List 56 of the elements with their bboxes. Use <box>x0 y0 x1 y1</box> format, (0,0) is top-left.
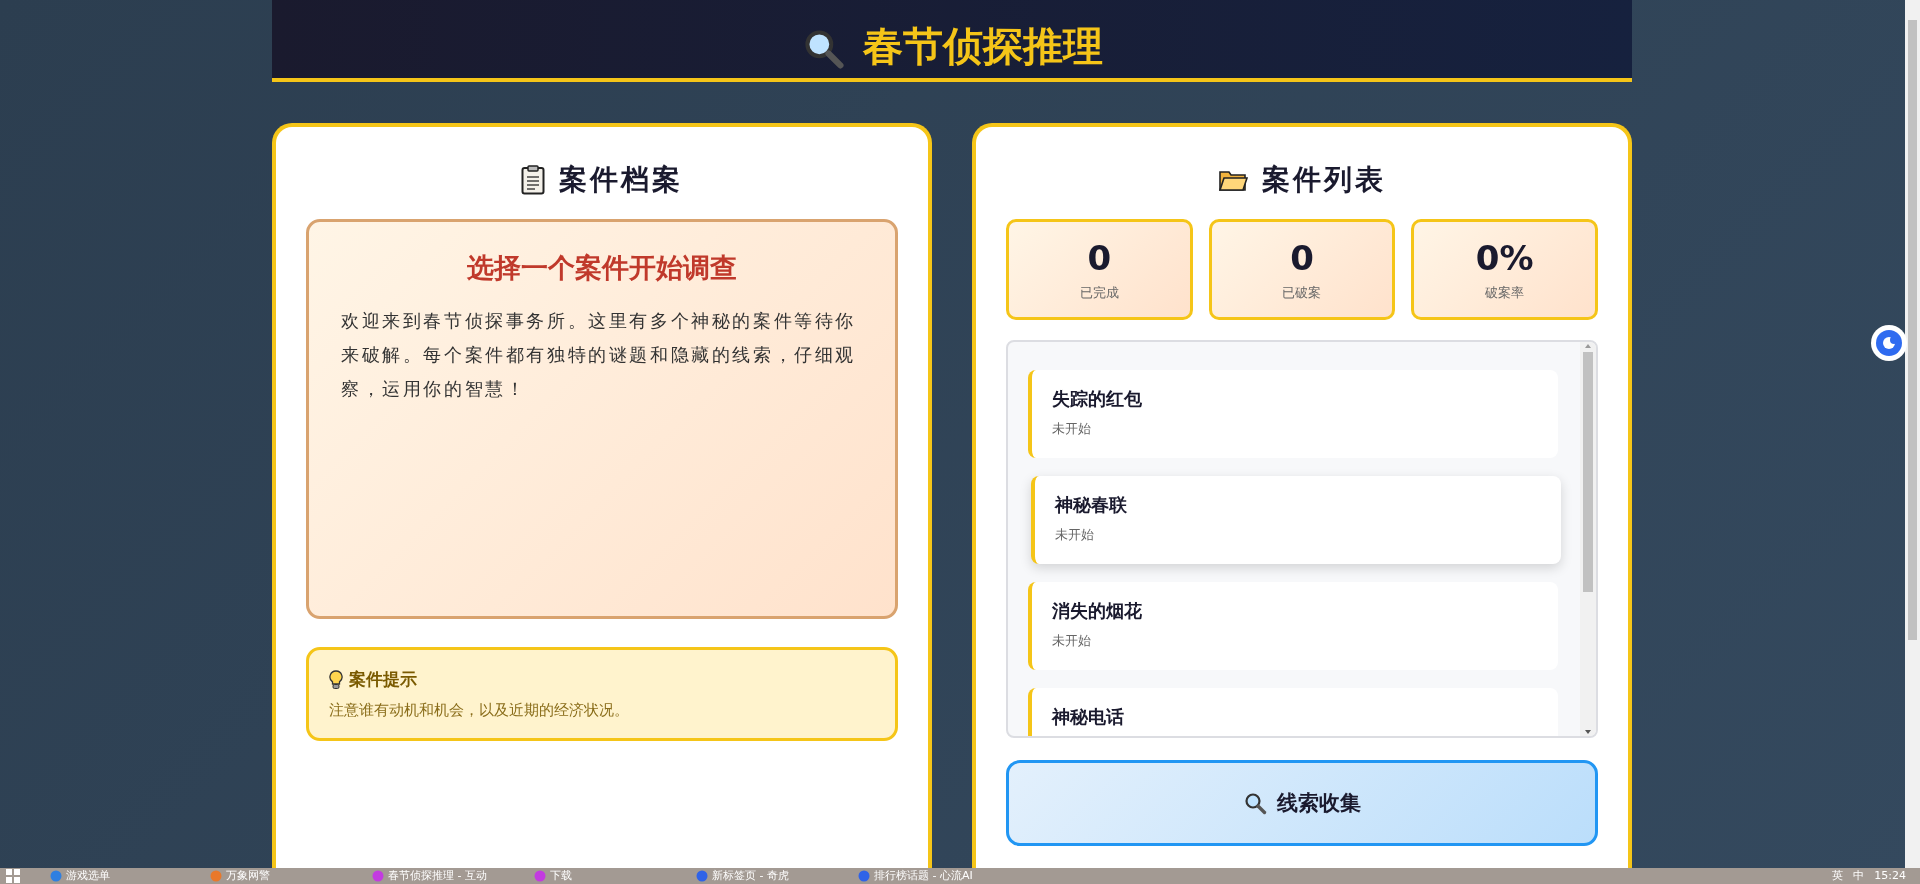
taskbar-label: 排行榜话题 - 心流AI <box>874 868 973 884</box>
stat-label: 已完成 <box>1079 283 1119 302</box>
case-title: 神秘春联 <box>1055 494 1128 516</box>
scroll-down-icon[interactable] <box>1584 728 1592 736</box>
case-status: 未开始 <box>1052 420 1092 438</box>
hint-title: 案件提示 <box>349 668 417 691</box>
case-status: 未开始 <box>1052 632 1092 650</box>
folder-icon <box>1218 168 1248 192</box>
scroll-up-icon[interactable] <box>1584 342 1592 350</box>
case-status: 未开始 <box>1055 526 1095 544</box>
taskbar-item[interactable]: 排行榜话题 - 心流AI <box>858 868 1020 884</box>
scrollbar[interactable] <box>1580 342 1596 736</box>
app-icon <box>696 870 708 882</box>
hint-text: 注意谁有动机和机会，以及近期的经济状况。 <box>329 701 630 720</box>
case-item[interactable]: 神秘春联 未开始 <box>1031 476 1561 564</box>
page-scrollbar[interactable] <box>1905 0 1920 868</box>
case-title: 失踪的红包 <box>1052 388 1143 410</box>
app-icon <box>210 870 222 882</box>
case-title: 消失的烟花 <box>1052 600 1143 622</box>
app-icon <box>372 870 384 882</box>
taskbar-label: 新标签页 - 奇虎 <box>712 868 789 884</box>
stat-value: 0 <box>1290 237 1314 278</box>
taskbar-label: 下载 <box>550 868 572 884</box>
stat-label: 已破案 <box>1282 283 1322 302</box>
case-item[interactable]: 神秘电话 <box>1028 688 1558 736</box>
stat-label: 破案率 <box>1485 283 1525 302</box>
app-icon <box>50 870 62 882</box>
case-item[interactable]: 消失的烟花 未开始 <box>1028 582 1558 670</box>
stat-value: 0% <box>1475 237 1534 278</box>
case-title: 神秘电话 <box>1052 706 1125 728</box>
stat-value: 0 <box>1087 237 1112 278</box>
search-icon <box>1243 791 1267 815</box>
case-item[interactable]: 失踪的红包 未开始 <box>1028 370 1558 458</box>
collect-clues-button[interactable]: 线索收集 <box>1006 760 1598 846</box>
windows-icon[interactable] <box>6 869 20 883</box>
tray-indicator[interactable]: 英 <box>1832 868 1844 884</box>
taskbar-label: 万象网警 <box>226 868 270 884</box>
panel-title: 案件列表 <box>1262 162 1386 198</box>
taskbar-item[interactable]: 游戏选单 <box>50 868 210 884</box>
intro-text: 欢迎来到春节侦探事务所。这里有多个神秘的案件等待你来破解。每个案件都有独特的谜题和隐藏的线索，仔细观察，运用你的智慧！ <box>341 309 857 401</box>
taskbar-item[interactable]: 下载 <box>534 868 696 884</box>
taskbar-label: 春节侦探推理 - 互动 <box>388 868 487 884</box>
assistant-icon[interactable] <box>1870 324 1908 362</box>
app-icon <box>534 870 546 882</box>
taskbar-item[interactable]: 春节侦探推理 - 互动 <box>372 868 534 884</box>
panel-title: 案件档案 <box>559 162 683 198</box>
tray-indicator[interactable]: 中 <box>1853 868 1865 884</box>
case-heading: 选择一个案件开始调查 <box>466 251 738 285</box>
clock: 15:24 <box>1874 868 1906 884</box>
clipboard-icon <box>521 165 545 195</box>
lightbulb-icon <box>329 669 343 690</box>
app-icon <box>858 870 870 882</box>
taskbar-item[interactable]: 新标签页 - 奇虎 <box>696 868 858 884</box>
taskbar-label: 游戏选单 <box>66 868 110 884</box>
taskbar-item[interactable]: 万象网警 <box>210 868 372 884</box>
app-title: 春节侦探推理 <box>863 22 1103 70</box>
